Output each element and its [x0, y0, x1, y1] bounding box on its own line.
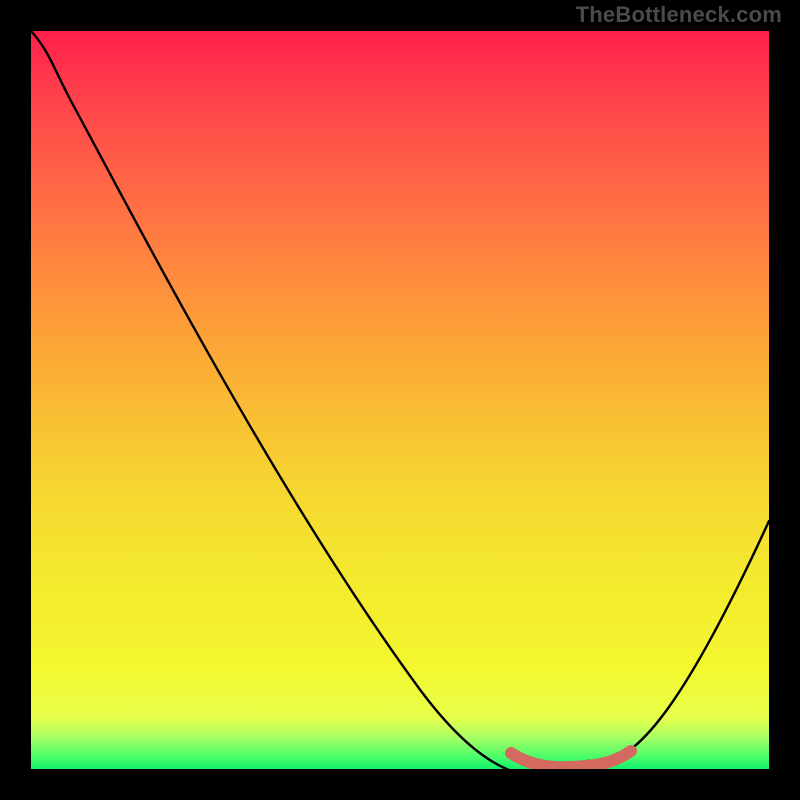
watermark-label: TheBottleneck.com	[576, 2, 782, 28]
optimal-range-marker	[511, 751, 631, 767]
plot-area	[31, 31, 769, 769]
curves-svg	[31, 31, 769, 769]
chart-frame: TheBottleneck.com	[0, 0, 800, 800]
bottleneck-curve	[31, 31, 769, 769]
